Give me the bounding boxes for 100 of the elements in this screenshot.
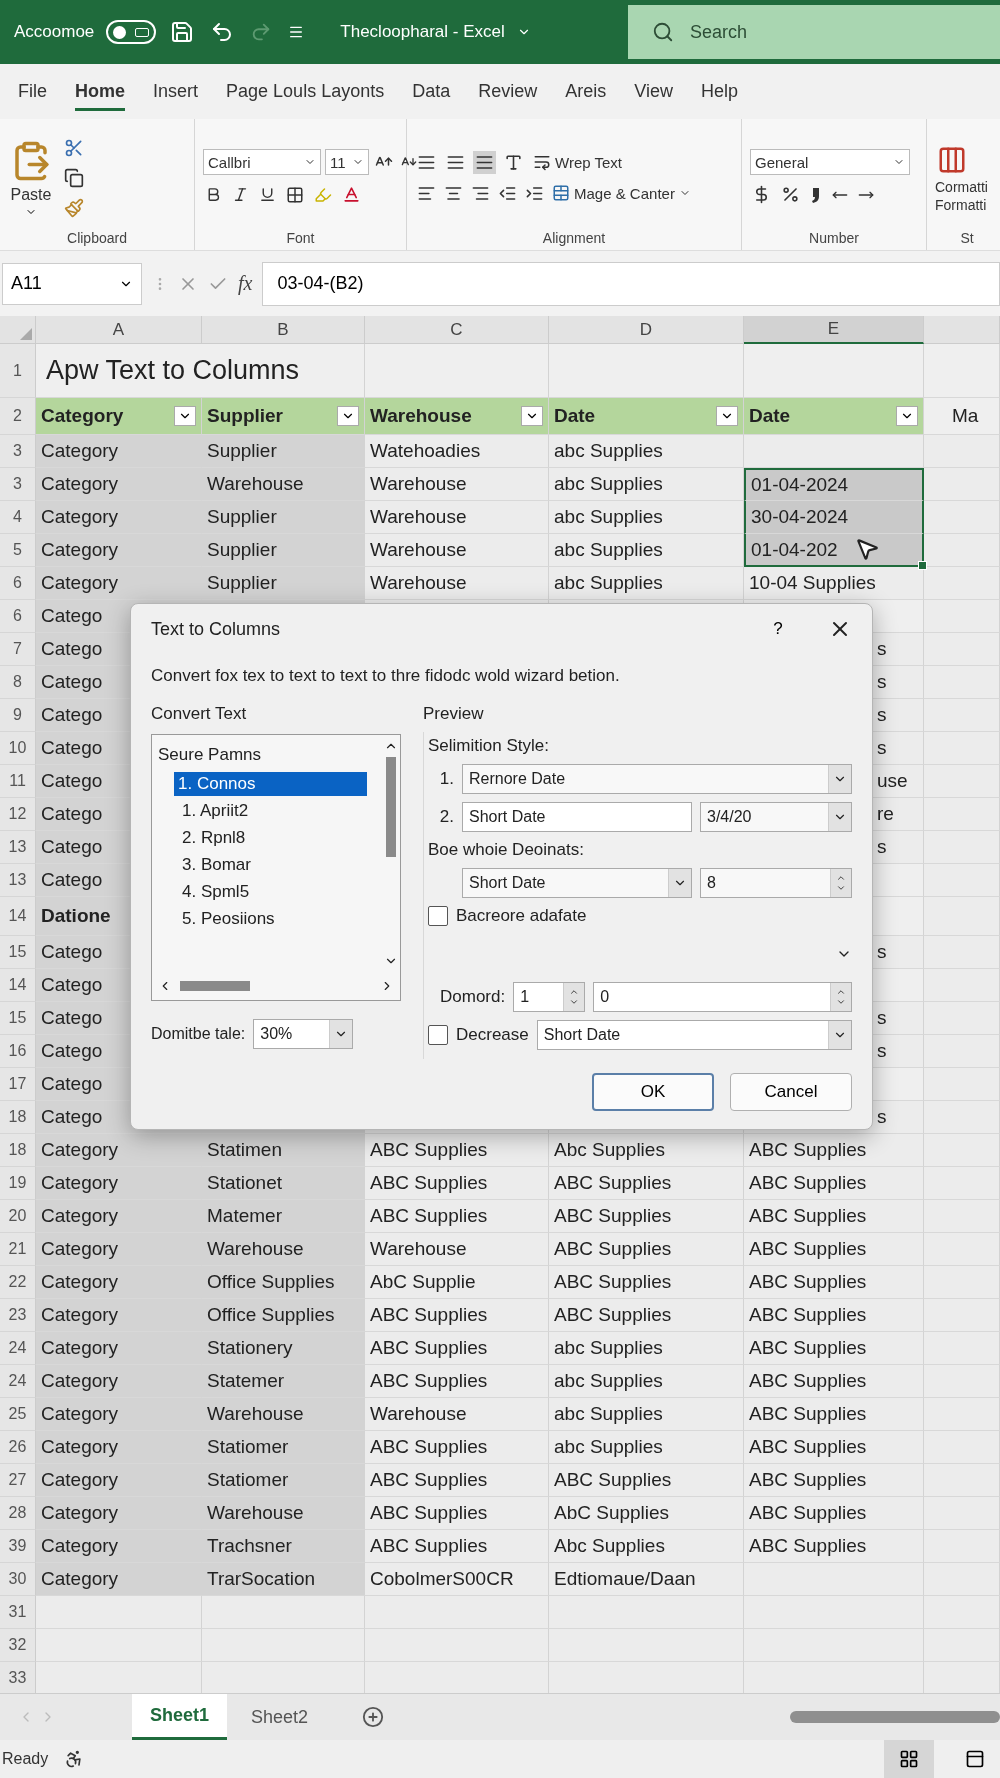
table-cell: ABC Supplies bbox=[744, 1332, 924, 1365]
add-sheet-icon[interactable] bbox=[362, 1706, 385, 1728]
table-cell: 10-04 Supplies bbox=[744, 567, 924, 600]
table-cell: Office Supplies bbox=[202, 1266, 365, 1299]
table-cell: ABC Supplies bbox=[365, 1365, 549, 1398]
table-cell: Catego bbox=[41, 1106, 103, 1128]
paste-label: Paste bbox=[10, 185, 52, 204]
list-header: Seure Pamns bbox=[158, 744, 262, 766]
list-box[interactable]: Seure Pamns 1. Connos 1. Apriit2 2. Rpnl8 3. Bomar 4. Spml5 5. Peosiions bbox=[151, 734, 401, 1001]
table-cell: abc Supplies bbox=[549, 468, 744, 501]
style-dropdown[interactable]: Rernore Date bbox=[462, 764, 852, 794]
menu-tab[interactable]: File bbox=[18, 72, 47, 111]
font-name-select[interactable]: Callbri bbox=[203, 149, 321, 175]
menu-tab[interactable]: Help bbox=[700, 72, 738, 111]
table-cell: s bbox=[877, 941, 887, 963]
row-number: 39 bbox=[0, 1530, 36, 1563]
spin-down-icon[interactable] bbox=[569, 997, 580, 1007]
column-header[interactable]: D bbox=[549, 316, 744, 344]
sheet-tab[interactable]: Sheet2 bbox=[233, 1694, 327, 1740]
table-cell: ABC Supplies bbox=[365, 1134, 549, 1167]
ratio-dropdown[interactable]: 30% bbox=[253, 1019, 354, 1049]
filter-button[interactable] bbox=[896, 406, 918, 426]
filter-button[interactable] bbox=[337, 406, 359, 426]
row-number: 23 bbox=[0, 1299, 36, 1332]
list-item[interactable]: 4. Spml5 bbox=[178, 880, 371, 904]
align-bottom-icon[interactable] bbox=[473, 150, 496, 174]
filter-button[interactable] bbox=[521, 406, 543, 426]
table-cell: ABC Supplies bbox=[549, 1266, 744, 1299]
spin-up-icon[interactable] bbox=[836, 873, 846, 883]
merge-icon bbox=[552, 184, 570, 202]
ribbon-label: Formatti bbox=[935, 196, 988, 213]
search-field[interactable]: Search bbox=[628, 5, 1000, 59]
row-number: 14 bbox=[0, 897, 36, 936]
format-dropdown[interactable]: Short Date bbox=[462, 868, 692, 898]
spin-field[interactable]: 1 bbox=[513, 982, 586, 1012]
table-cell: Category bbox=[36, 468, 202, 501]
search-input[interactable]: Search bbox=[688, 20, 892, 44]
table-cell: Category bbox=[36, 1167, 202, 1200]
autosave-label: Accoomoe bbox=[14, 22, 95, 42]
dialog-description: Convert fox tex to text to text to thre fidodc wold wizard betion. bbox=[151, 666, 621, 686]
menu-tab[interactable]: Home bbox=[75, 72, 126, 111]
list-item[interactable]: 3. Bomar bbox=[178, 853, 371, 877]
menu-tab[interactable]: Review bbox=[478, 72, 538, 111]
table-cell: ABC Supplies bbox=[744, 1530, 924, 1563]
spin-down-icon[interactable] bbox=[836, 883, 846, 893]
formula-field[interactable]: 03-04-(B2) bbox=[262, 261, 1000, 306]
table-cell: s bbox=[877, 1007, 887, 1029]
table-cell: Stationery bbox=[202, 1332, 365, 1365]
row-number: 7 bbox=[0, 633, 36, 666]
menu-tab[interactable]: View bbox=[634, 72, 673, 111]
section-label: Preview bbox=[423, 704, 485, 724]
table-cell: Catego bbox=[41, 941, 103, 963]
menu-tab[interactable]: Areis bbox=[565, 72, 607, 111]
menu-tab[interactable]: Data bbox=[412, 72, 451, 111]
list-item[interactable]: 1. Connos bbox=[174, 772, 367, 796]
menu-tab[interactable]: Page Louls Layonts bbox=[226, 72, 385, 111]
column-header[interactable]: E bbox=[744, 316, 924, 344]
number-format-select[interactable]: General bbox=[750, 149, 910, 175]
table-cell: ABC Supplies bbox=[744, 1134, 924, 1167]
menu-tab[interactable]: Insert bbox=[153, 72, 199, 111]
fill-handle[interactable] bbox=[918, 561, 927, 570]
format-dropdown[interactable]: Short Date bbox=[536, 1020, 852, 1050]
spin-field[interactable]: 0 bbox=[593, 982, 852, 1012]
filter-button[interactable] bbox=[716, 406, 738, 426]
table-cell: Category bbox=[36, 1266, 202, 1299]
font-size-select[interactable]: 11 bbox=[325, 149, 369, 175]
filter-button[interactable] bbox=[174, 406, 196, 426]
name-box[interactable]: A11 bbox=[2, 262, 142, 305]
cancel-button[interactable]: Cancel bbox=[730, 1073, 852, 1111]
scroll-thumb[interactable] bbox=[386, 757, 396, 857]
table-cell: Category bbox=[36, 1365, 202, 1398]
row-number: 4 bbox=[0, 501, 36, 534]
help-button[interactable]: ? bbox=[758, 618, 798, 640]
column-header[interactable]: C bbox=[365, 316, 549, 344]
normal-view-button[interactable] bbox=[884, 1740, 934, 1778]
list-item[interactable]: 1. Apriit2 bbox=[178, 799, 371, 823]
wrap-text-button[interactable]: Wrep Text bbox=[531, 151, 624, 173]
checkbox[interactable] bbox=[428, 1025, 448, 1045]
group-label: Alignment bbox=[542, 230, 606, 246]
scroll-bar[interactable] bbox=[790, 1711, 1000, 1723]
spin-down-icon[interactable] bbox=[836, 997, 846, 1007]
function-label[interactable]: fx bbox=[238, 272, 253, 295]
scroll-thumb[interactable] bbox=[180, 981, 250, 991]
text-field[interactable]: Short Date bbox=[462, 802, 692, 832]
list-item[interactable]: 5. Peosiions bbox=[178, 907, 371, 931]
grid-icon bbox=[899, 1749, 919, 1769]
ok-button[interactable]: OK bbox=[592, 1073, 714, 1111]
list-item[interactable]: 2. Rpnl8 bbox=[178, 826, 371, 850]
autosave-toggle[interactable] bbox=[106, 20, 157, 44]
checkbox[interactable] bbox=[428, 906, 448, 926]
table-cell: Edtiomaue/Daan bbox=[549, 1563, 744, 1596]
merge-button[interactable]: Mage & Canter bbox=[550, 182, 693, 204]
table-cell: ABC Supplies bbox=[744, 1398, 924, 1431]
column-header[interactable]: A bbox=[36, 316, 202, 344]
spin-up-icon[interactable] bbox=[569, 987, 580, 997]
column-header[interactable]: B bbox=[202, 316, 365, 344]
spin-field[interactable]: 8 bbox=[700, 868, 852, 898]
spin-up-icon[interactable] bbox=[836, 987, 846, 997]
date-dropdown[interactable]: 3/4/20 bbox=[700, 802, 852, 832]
sheet-tab[interactable]: Sheet1 bbox=[132, 1694, 228, 1740]
